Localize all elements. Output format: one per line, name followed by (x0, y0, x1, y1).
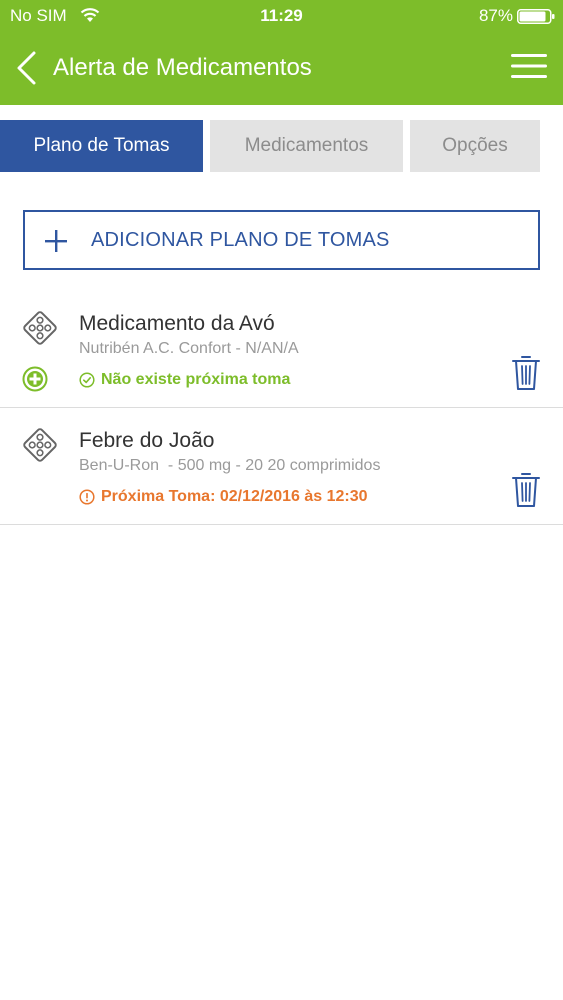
plan-title: Medicamento da Avó (79, 312, 275, 335)
plan-title: Febre do João (79, 429, 215, 452)
page-title: Alerta de Medicamentos (53, 54, 312, 81)
trash-icon[interactable] (511, 471, 541, 509)
check-circle-icon (79, 372, 95, 388)
chevron-left-icon[interactable] (14, 50, 38, 86)
pill-blister-icon (23, 311, 57, 345)
plan-status: Não existe próxima toma (79, 371, 290, 389)
trash-icon[interactable] (511, 354, 541, 392)
tab-plano-de-tomas[interactable]: Plano de Tomas (0, 120, 203, 172)
add-plan-label: ADICIONAR PLANO DE TOMAS (91, 229, 390, 251)
add-dose-icon[interactable] (22, 366, 48, 392)
status-bar: No SIM 11:29 87% (0, 0, 563, 32)
tab-opcoes[interactable]: Opções (410, 120, 540, 172)
list-item[interactable]: Medicamento da Avó Nutribén A.C. Confort… (0, 292, 563, 408)
navigation-bar: Alerta de Medicamentos (0, 40, 563, 100)
tab-label: Opções (442, 135, 508, 156)
add-plan-button[interactable]: ADICIONAR PLANO DE TOMAS (23, 210, 540, 270)
tab-label: Medicamentos (244, 135, 369, 156)
tab-medicamentos[interactable]: Medicamentos (210, 120, 403, 172)
plan-subtitle: Nutribén A.C. Confort - N/AN/A (79, 340, 299, 357)
plus-icon (45, 230, 67, 252)
tab-label: Plano de Tomas (33, 135, 170, 156)
battery-icon (517, 9, 555, 24)
app-header: No SIM 11:29 87% Alerta de Medicamentos (0, 0, 563, 105)
alert-circle-icon (79, 489, 95, 505)
list-item[interactable]: Febre do João Ben-U-Ron - 500 mg - 20 20… (0, 409, 563, 525)
plan-status-text: Próxima Toma: 02/12/2016 às 12:30 (101, 488, 368, 505)
plan-status: Próxima Toma: 02/12/2016 às 12:30 (79, 488, 368, 506)
pill-blister-icon (23, 428, 57, 462)
hamburger-menu-icon[interactable] (511, 52, 547, 80)
battery-percent: 87% (478, 6, 513, 25)
plan-subtitle: Ben-U-Ron - 500 mg - 20 20 comprimidos (79, 457, 381, 474)
plan-status-text: Não existe próxima toma (101, 371, 291, 388)
